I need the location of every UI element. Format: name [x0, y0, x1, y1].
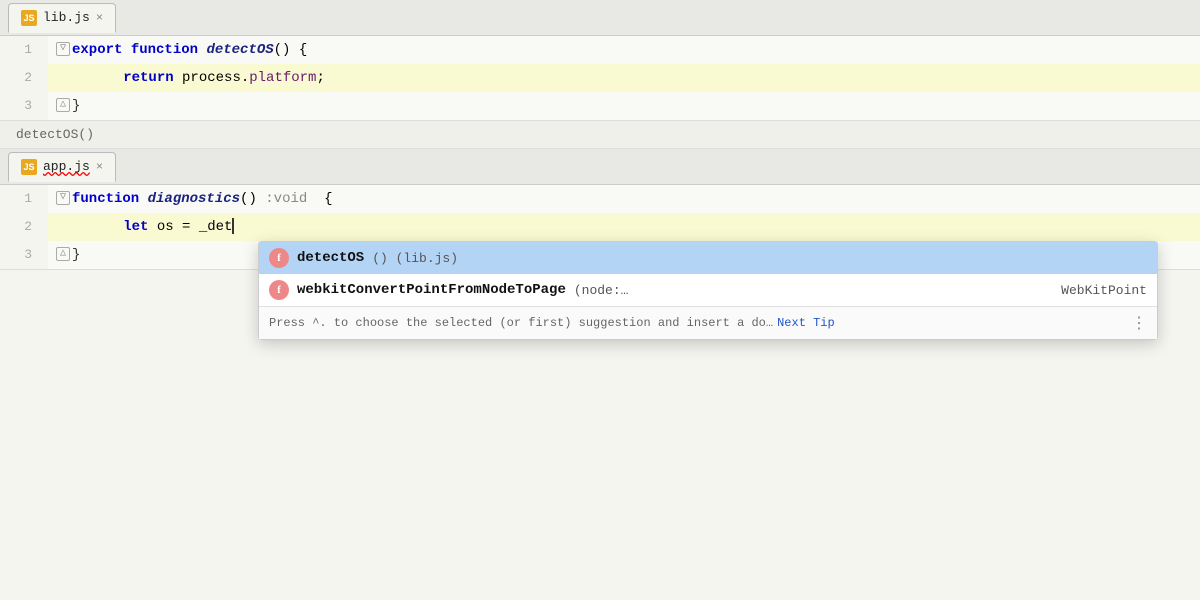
lib-line-num-1: 1: [0, 36, 48, 64]
kw-function-lib: function: [131, 42, 207, 58]
semi: ;: [316, 70, 324, 86]
app-tab-bar: JS app.js ×: [0, 149, 1200, 185]
lib-line-num-3: 3: [0, 92, 48, 120]
app-line-2-content: let os = _det: [48, 213, 1200, 241]
app-js-section: 1 ▽function diagnostics() :void { 2 let …: [0, 185, 1200, 270]
kw-export: export: [72, 42, 131, 58]
lib-js-icon: JS: [21, 10, 37, 26]
autocomplete-item-1[interactable]: f detectOS () (lib.js): [259, 242, 1157, 274]
tab-app-js[interactable]: JS app.js ×: [8, 152, 116, 182]
kw-return: return: [123, 70, 182, 86]
process-obj: process: [182, 70, 241, 86]
fn-detectOS: detectOS: [206, 42, 273, 58]
tab-lib-js[interactable]: JS lib.js ×: [8, 3, 116, 33]
fold-icon-app-1[interactable]: ▽: [56, 191, 70, 205]
more-icon[interactable]: ⋮: [1131, 313, 1147, 333]
app-js-icon: JS: [21, 159, 37, 175]
autocomplete-icon-1: f: [269, 248, 289, 268]
breadcrumb: detectOS(): [0, 121, 1200, 149]
autocomplete-item-2[interactable]: f webkitConvertPointFromNodeToPage (node…: [259, 274, 1157, 306]
app-line-1: 1 ▽function diagnostics() :void {: [0, 185, 1200, 213]
text-cursor: [232, 218, 234, 234]
platform-prop: platform: [249, 70, 316, 86]
lib-line-1: 1 ▽export function detectOS() {: [0, 36, 1200, 64]
app-params: (): [240, 191, 257, 207]
fold-icon-3[interactable]: △: [56, 98, 70, 112]
fold-icon-app-3[interactable]: △: [56, 247, 70, 261]
os-var: os = _det: [157, 219, 233, 235]
lib-line-3: 3 △}: [0, 92, 1200, 120]
lib-line1-rest: () {: [274, 42, 308, 58]
fold-icon-1[interactable]: ▽: [56, 42, 70, 56]
app-line-num-3: 3: [0, 241, 48, 269]
lib-code-area: 1 ▽export function detectOS() { 2 return…: [0, 36, 1200, 120]
autocomplete-footer: Press ^. to choose the selected (or firs…: [259, 306, 1157, 339]
app-line-1-content: ▽function diagnostics() :void {: [48, 185, 1200, 213]
kw-function-app: function: [72, 191, 148, 207]
breadcrumb-text: detectOS(): [16, 127, 94, 142]
next-tip-link[interactable]: Next Tip: [777, 316, 835, 330]
app-js-filename: app.js: [43, 159, 90, 174]
lib-js-editor: 1 ▽export function detectOS() { 2 return…: [0, 36, 1200, 121]
closing-brace-app: }: [72, 247, 80, 263]
autocomplete-popup: f detectOS () (lib.js) f webkitConvertPo…: [258, 241, 1158, 340]
lib-line-num-2: 2: [0, 64, 48, 92]
app-line1-rest: {: [307, 191, 332, 207]
type-void: :void: [257, 191, 307, 207]
app-line-num-1: 1: [0, 185, 48, 213]
autocomplete-name-2: webkitConvertPointFromNodeToPage: [297, 282, 566, 298]
lib-line-3-content: △}: [48, 92, 1200, 120]
lib-tab-bar: JS lib.js ×: [0, 0, 1200, 36]
app-line-num-2: 2: [0, 213, 48, 241]
lib-js-close[interactable]: ×: [96, 12, 103, 24]
autocomplete-sig-1: () (lib.js): [372, 251, 458, 266]
autocomplete-type-2: WebKitPoint: [1061, 283, 1147, 298]
autocomplete-sig-2: (node:…: [574, 283, 629, 298]
kw-let: let: [123, 219, 157, 235]
autocomplete-name-1: detectOS: [297, 250, 364, 266]
app-js-close[interactable]: ×: [96, 161, 103, 173]
lib-line-2-content: return process.platform;: [48, 64, 1200, 92]
app-line-2: 2 let os = _det: [0, 213, 1200, 241]
lib-line-2: 2 return process.platform;: [0, 64, 1200, 92]
footer-tip-text: Press ^. to choose the selected (or firs…: [269, 316, 773, 330]
autocomplete-icon-2: f: [269, 280, 289, 300]
dot: .: [241, 70, 249, 86]
lib-line-1-content: ▽export function detectOS() {: [48, 36, 1200, 64]
fn-diagnostics: diagnostics: [148, 191, 240, 207]
closing-brace-lib: }: [72, 98, 80, 114]
lib-js-filename: lib.js: [43, 10, 90, 25]
